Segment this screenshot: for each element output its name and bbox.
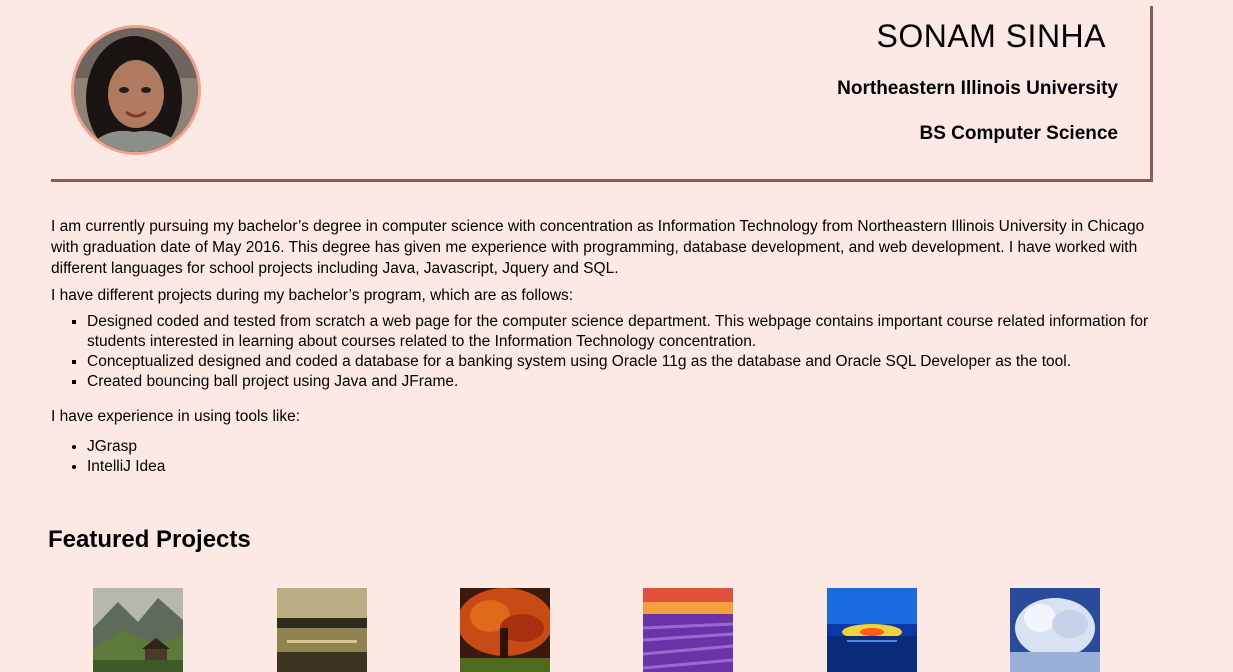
project-thumbnail-lake-sunset[interactable] xyxy=(277,588,367,672)
profile-photo xyxy=(74,28,198,152)
bio-section[interactable]: I am currently pursuing my bachelor’s de… xyxy=(51,213,1156,500)
profile-avatar xyxy=(71,25,201,155)
projects-intro: I have different projects during my bach… xyxy=(51,287,574,304)
list-item: Designed coded and tested from scratch a… xyxy=(87,312,1156,352)
profile-header: SONAM SINHA Northeastern Illinois Univer… xyxy=(51,6,1153,182)
bio-intro: I am currently pursuing my bachelor’s de… xyxy=(51,218,1145,277)
list-item: Created bouncing ball project using Java… xyxy=(87,372,1156,392)
featured-projects-title: Featured Projects xyxy=(48,526,251,553)
profile-university: Northeastern Illinois University xyxy=(837,78,1118,99)
list-item: IntelliJ Idea xyxy=(87,457,1156,477)
project-thumbnail-mountain-cabin[interactable] xyxy=(93,588,183,672)
project-thumbnail-snowy-tree[interactable] xyxy=(1010,588,1100,672)
project-thumbnail-lavender-field[interactable] xyxy=(643,588,733,672)
list-item: Conceptualized designed and coded a data… xyxy=(87,352,1156,372)
project-thumbnail-ocean-sunset[interactable] xyxy=(827,588,917,672)
list-item: JGrasp xyxy=(87,437,1156,457)
profile-degree: BS Computer Science xyxy=(919,123,1119,144)
tools-list: JGrasp IntelliJ Idea xyxy=(51,437,1156,477)
profile-name: SONAM SINHA xyxy=(876,18,1106,54)
project-thumbnail-autumn-tree[interactable] xyxy=(460,588,550,672)
tools-intro: I have experience in using tools like: xyxy=(51,408,301,425)
projects-list: Designed coded and tested from scratch a… xyxy=(51,312,1156,392)
